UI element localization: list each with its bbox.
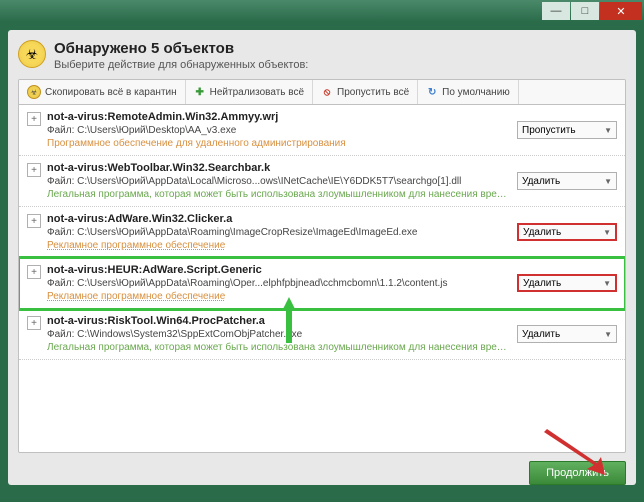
action-select[interactable]: Удалить ▼	[517, 274, 617, 292]
action-select[interactable]: Удалить ▼	[517, 325, 617, 343]
chevron-down-icon: ▼	[604, 126, 612, 135]
threat-name: not-a-virus:RiskTool.Win64.ProcPatcher.a	[47, 315, 509, 327]
hazard-icon: ☣	[27, 85, 41, 99]
action-cell: Пропустить ▼	[517, 111, 617, 149]
expand-button[interactable]: +	[27, 163, 41, 177]
threat-name: not-a-virus:WebToolbar.Win32.Searchbar.k	[47, 162, 509, 174]
chevron-down-icon: ▼	[603, 279, 611, 288]
action-cell: Удалить ▼	[517, 213, 617, 251]
action-cell: Удалить ▼	[517, 162, 617, 200]
continue-button[interactable]: Продолжить	[529, 461, 626, 485]
hazard-icon: ☣	[18, 40, 46, 68]
threat-info: not-a-virus:HEUR:AdWare.Script.Generic Фа…	[47, 264, 509, 302]
threat-desc: Рекламное программное обеспечение	[47, 240, 509, 251]
threat-path: Файл: C:\Users\Юрий\AppData\Local\Micros…	[47, 176, 509, 187]
threat-desc: Легальная программа, которая может быть …	[47, 189, 509, 200]
action-select[interactable]: Пропустить ▼	[517, 121, 617, 139]
quarantine-all-button[interactable]: ☣ Скопировать всё в карантин	[19, 80, 186, 104]
threat-list: + not-a-virus:RemoteAdmin.Win32.Ammyy.wrj…	[19, 105, 625, 445]
minimize-button[interactable]: —	[542, 2, 570, 20]
expand-button[interactable]: +	[27, 316, 41, 330]
threat-name: not-a-virus:RemoteAdmin.Win32.Ammyy.wrj	[47, 111, 509, 123]
dialog-header: ☣ Обнаружено 5 объектов Выберите действи…	[18, 40, 626, 71]
expand-button[interactable]: +	[27, 214, 41, 228]
button-label: Нейтрализовать всё	[210, 87, 304, 98]
action-label: Удалить	[522, 176, 560, 187]
threat-row: + not-a-virus:HEUR:AdWare.Script.Generic Ф…	[19, 258, 625, 309]
panel-toolbar: ☣ Скопировать всё в карантин ✚ Нейтрализ…	[19, 80, 625, 105]
threat-info: not-a-virus:AdWare.Win32.Clicker.a Файл: …	[47, 213, 509, 251]
close-button[interactable]: ✕	[600, 2, 642, 20]
action-select[interactable]: Удалить ▼	[517, 172, 617, 190]
threat-path: Файл: C:\Users\Юрий\AppData\Roaming\Oper…	[47, 278, 509, 289]
skip-all-button[interactable]: ⦸ Пропустить всё	[313, 80, 418, 104]
expand-button[interactable]: +	[27, 112, 41, 126]
threat-row: + not-a-virus:AdWare.Win32.Clicker.a Файл:…	[19, 207, 625, 258]
dialog-body: ☣ Обнаружено 5 объектов Выберите действи…	[8, 30, 636, 485]
action-cell: Удалить ▼	[517, 264, 617, 302]
dialog-subtitle: Выберите действие для обнаруженных объек…	[54, 59, 308, 71]
threat-path: Файл: C:\Windows\System32\SppExtComObjPa…	[47, 329, 509, 340]
default-button[interactable]: ↻ По умолчанию	[418, 80, 519, 104]
button-label: По умолчанию	[442, 87, 510, 98]
threat-name: not-a-virus:AdWare.Win32.Clicker.a	[47, 213, 509, 225]
threat-info: not-a-virus:RiskTool.Win64.ProcPatcher.a…	[47, 315, 509, 353]
threat-info: not-a-virus:RemoteAdmin.Win32.Ammyy.wrj Ф…	[47, 111, 509, 149]
threat-row: + not-a-virus:RiskTool.Win64.ProcPatcher.…	[19, 309, 625, 360]
maximize-button[interactable]: □	[571, 2, 599, 20]
threat-desc: Легальная программа, которая может быть …	[47, 342, 509, 353]
dialog-footer: Продолжить	[18, 461, 626, 485]
chevron-down-icon: ▼	[603, 228, 611, 237]
dialog-title: Обнаружено 5 объектов	[54, 40, 308, 57]
action-label: Удалить	[523, 227, 561, 238]
threat-desc: Рекламное программное обеспечение	[47, 291, 509, 302]
refresh-icon: ↻	[426, 86, 438, 98]
expand-button[interactable]: +	[27, 265, 41, 279]
threat-path: Файл: C:\Users\Юрий\AppData\Roaming\Imag…	[47, 227, 509, 238]
threat-row: + not-a-virus:RemoteAdmin.Win32.Ammyy.wrj…	[19, 105, 625, 156]
button-label: Скопировать всё в карантин	[45, 87, 177, 98]
plus-icon: ✚	[194, 86, 206, 98]
threat-name: not-a-virus:HEUR:AdWare.Script.Generic	[47, 264, 509, 276]
chevron-down-icon: ▼	[604, 330, 612, 339]
button-label: Пропустить всё	[337, 87, 409, 98]
threat-desc: Программное обеспечение для удаленного а…	[47, 138, 509, 149]
threat-panel: ☣ Скопировать всё в карантин ✚ Нейтрализ…	[18, 79, 626, 453]
chevron-down-icon: ▼	[604, 177, 612, 186]
action-select[interactable]: Удалить ▼	[517, 223, 617, 241]
action-label: Пропустить	[522, 125, 576, 136]
action-label: Удалить	[523, 278, 561, 289]
action-label: Удалить	[522, 329, 560, 340]
threat-row: + not-a-virus:WebToolbar.Win32.Searchbar.…	[19, 156, 625, 207]
skip-icon: ⦸	[321, 86, 333, 98]
action-cell: Удалить ▼	[517, 315, 617, 353]
neutralize-all-button[interactable]: ✚ Нейтрализовать всё	[186, 80, 313, 104]
threat-info: not-a-virus:WebToolbar.Win32.Searchbar.k…	[47, 162, 509, 200]
threat-path: Файл: C:\Users\Юрий\Desktop\AA_v3.exe	[47, 125, 509, 136]
window-titlebar: — □ ✕	[0, 0, 644, 22]
